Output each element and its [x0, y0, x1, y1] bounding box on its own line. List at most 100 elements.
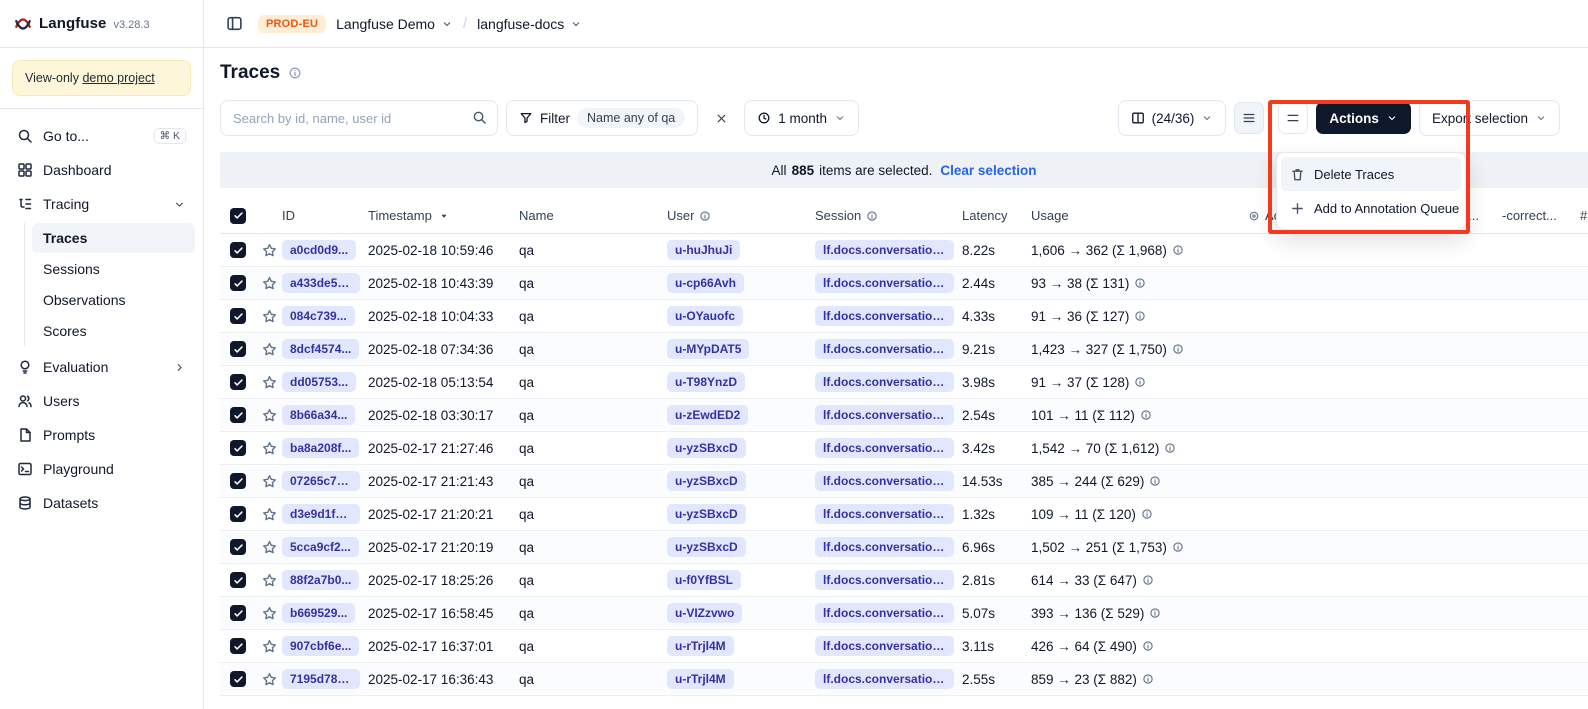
table-row[interactable]: dd05753... 2025-02-18 05:13:54 qa u-T98Y… — [220, 366, 1588, 399]
bookmark-star-icon[interactable] — [262, 672, 277, 687]
trace-id-link[interactable]: 907cbf6e... — [282, 636, 359, 656]
bookmark-star-icon[interactable] — [262, 639, 277, 654]
session-link[interactable]: lf.docs.conversation... — [815, 273, 954, 293]
trace-id-link[interactable]: 7195d78e... — [282, 669, 360, 689]
row-checkbox[interactable] — [230, 539, 246, 555]
bookmark-star-icon[interactable] — [262, 507, 277, 522]
row-checkbox[interactable] — [230, 275, 246, 291]
user-link[interactable]: u-cp66Avh — [667, 273, 744, 293]
clear-selection-link[interactable]: Clear selection — [940, 163, 1036, 178]
trace-id-link[interactable]: dd05753... — [282, 372, 356, 392]
row-height-small-button[interactable] — [1234, 102, 1264, 134]
bookmark-star-icon[interactable] — [262, 474, 277, 489]
trace-id-link[interactable]: 88f2a7b0... — [282, 570, 359, 590]
row-height-large-button[interactable] — [1278, 102, 1308, 134]
table-row[interactable]: 88f2a7b0... 2025-02-17 18:25:26 qa u-f0Y… — [220, 564, 1588, 597]
sidebar-item-dashboard[interactable]: Dashboard — [8, 153, 195, 187]
user-link[interactable]: u-MYpDAT5 — [667, 339, 749, 359]
project-selector[interactable]: langfuse-docs — [477, 16, 582, 32]
bookmark-star-icon[interactable] — [262, 309, 277, 324]
trace-id-link[interactable]: 8b66a34... — [282, 405, 355, 425]
session-link[interactable]: lf.docs.conversation... — [815, 636, 954, 656]
table-row[interactable]: 5cca9cf2... 2025-02-17 21:20:19 qa u-yzS… — [220, 531, 1588, 564]
bookmark-star-icon[interactable] — [262, 243, 277, 258]
table-row[interactable]: 084c739... 2025-02-18 10:04:33 qa u-OYau… — [220, 300, 1588, 333]
table-row[interactable]: d3e9d1f2... 2025-02-17 21:20:21 qa u-yzS… — [220, 498, 1588, 531]
bookmark-star-icon[interactable] — [262, 573, 277, 588]
user-link[interactable]: u-zEwdED2 — [667, 405, 748, 425]
row-checkbox[interactable] — [230, 572, 246, 588]
sidebar-toggle-button[interactable] — [220, 10, 248, 38]
sidebar-item-observations[interactable]: Observations — [32, 285, 195, 315]
user-link[interactable]: u-yzSBxcD — [667, 504, 746, 524]
trace-id-link[interactable]: d3e9d1f2... — [282, 504, 360, 524]
user-link[interactable]: u-T98YnzD — [667, 372, 745, 392]
goto-search[interactable]: Go to... ⌘ K — [8, 119, 195, 153]
user-link[interactable]: u-yzSBxcD — [667, 537, 746, 557]
bookmark-star-icon[interactable] — [262, 276, 277, 291]
table-row[interactable]: a0cd0d9... 2025-02-18 10:59:46 qa u-huJh… — [220, 234, 1588, 267]
menu-item-delete-traces[interactable]: Delete Traces — [1281, 157, 1461, 191]
session-link[interactable]: lf.docs.conversation... — [815, 240, 954, 260]
actions-button[interactable]: Actions — [1316, 102, 1411, 134]
trace-id-link[interactable]: 8dcf4574... — [282, 339, 359, 359]
row-checkbox[interactable] — [230, 440, 246, 456]
session-link[interactable]: lf.docs.conversation... — [815, 504, 954, 524]
row-checkbox[interactable] — [230, 407, 246, 423]
demo-project-link[interactable]: demo project — [82, 71, 154, 85]
columns-button[interactable]: (24/36) — [1118, 100, 1227, 136]
user-link[interactable]: u-yzSBxcD — [667, 438, 746, 458]
row-checkbox[interactable] — [230, 374, 246, 390]
table-row[interactable]: ba8a208f... 2025-02-17 21:27:46 qa u-yzS… — [220, 432, 1588, 465]
trace-id-link[interactable]: a433de51... — [282, 273, 360, 293]
bookmark-star-icon[interactable] — [262, 606, 277, 621]
sidebar-item-scores[interactable]: Scores — [32, 316, 195, 346]
sidebar-item-traces[interactable]: Traces — [32, 223, 195, 253]
trace-id-link[interactable]: 084c739... — [282, 306, 355, 326]
user-link[interactable]: u-yzSBxcD — [667, 471, 746, 491]
org-selector[interactable]: Langfuse Demo — [336, 16, 453, 32]
table-row[interactable]: 7195d78e... 2025-02-17 16:36:43 qa u-rTr… — [220, 663, 1588, 696]
table-row[interactable]: a433de51... 2025-02-18 10:43:39 qa u-cp6… — [220, 267, 1588, 300]
bookmark-star-icon[interactable] — [262, 408, 277, 423]
trace-id-link[interactable]: 07265c7a... — [282, 471, 360, 491]
table-row[interactable]: 8dcf4574... 2025-02-18 07:34:36 qa u-MYp… — [220, 333, 1588, 366]
session-link[interactable]: lf.docs.conversation... — [815, 471, 954, 491]
table-row[interactable]: 07265c7a... 2025-02-17 21:21:43 qa u-yzS… — [220, 465, 1588, 498]
row-checkbox[interactable] — [230, 638, 246, 654]
user-link[interactable]: u-OYauofc — [667, 306, 743, 326]
row-checkbox[interactable] — [230, 671, 246, 687]
session-link[interactable]: lf.docs.conversation... — [815, 339, 954, 359]
timestamp-column-header[interactable]: Timestamp — [368, 208, 519, 223]
sidebar-item-tracing[interactable]: Tracing — [8, 187, 195, 221]
row-checkbox[interactable] — [230, 242, 246, 258]
bookmark-star-icon[interactable] — [262, 342, 277, 357]
session-link[interactable]: lf.docs.conversation... — [815, 372, 954, 392]
table-row[interactable]: b669529... 2025-02-17 16:58:45 qa u-VIZz… — [220, 597, 1588, 630]
user-link[interactable]: u-rTrjl4M — [667, 636, 734, 656]
sidebar-item-prompts[interactable]: Prompts — [8, 418, 195, 452]
row-checkbox[interactable] — [230, 341, 246, 357]
filter-button[interactable]: Filter Name any of qa — [506, 100, 698, 136]
row-checkbox[interactable] — [230, 308, 246, 324]
trace-id-link[interactable]: a0cd0d9... — [282, 240, 356, 260]
sidebar-item-sessions[interactable]: Sessions — [32, 254, 195, 284]
user-link[interactable]: u-huJhuJi — [667, 240, 740, 260]
user-link[interactable]: u-VIZzvwo — [667, 603, 742, 623]
search-input[interactable] — [220, 100, 498, 136]
sidebar-item-datasets[interactable]: Datasets — [8, 486, 195, 520]
user-link[interactable]: u-f0YfBSL — [667, 570, 741, 590]
trace-id-link[interactable]: b669529... — [282, 603, 355, 623]
menu-item-add-to-annotation-queue[interactable]: Add to Annotation Queue — [1281, 191, 1461, 225]
session-link[interactable]: lf.docs.conversation... — [815, 438, 954, 458]
row-checkbox[interactable] — [230, 605, 246, 621]
table-row[interactable]: 907cbf6e... 2025-02-17 16:37:01 qa u-rTr… — [220, 630, 1588, 663]
sidebar-item-playground[interactable]: Playground — [8, 452, 195, 486]
bookmark-star-icon[interactable] — [262, 441, 277, 456]
session-link[interactable]: lf.docs.conversation... — [815, 603, 954, 623]
sidebar-item-users[interactable]: Users — [8, 384, 195, 418]
table-row[interactable]: 8b66a34... 2025-02-18 03:30:17 qa u-zEwd… — [220, 399, 1588, 432]
session-link[interactable]: lf.docs.conversation... — [815, 570, 954, 590]
session-link[interactable]: lf.docs.conversation... — [815, 306, 954, 326]
session-link[interactable]: lf.docs.conversation... — [815, 537, 954, 557]
